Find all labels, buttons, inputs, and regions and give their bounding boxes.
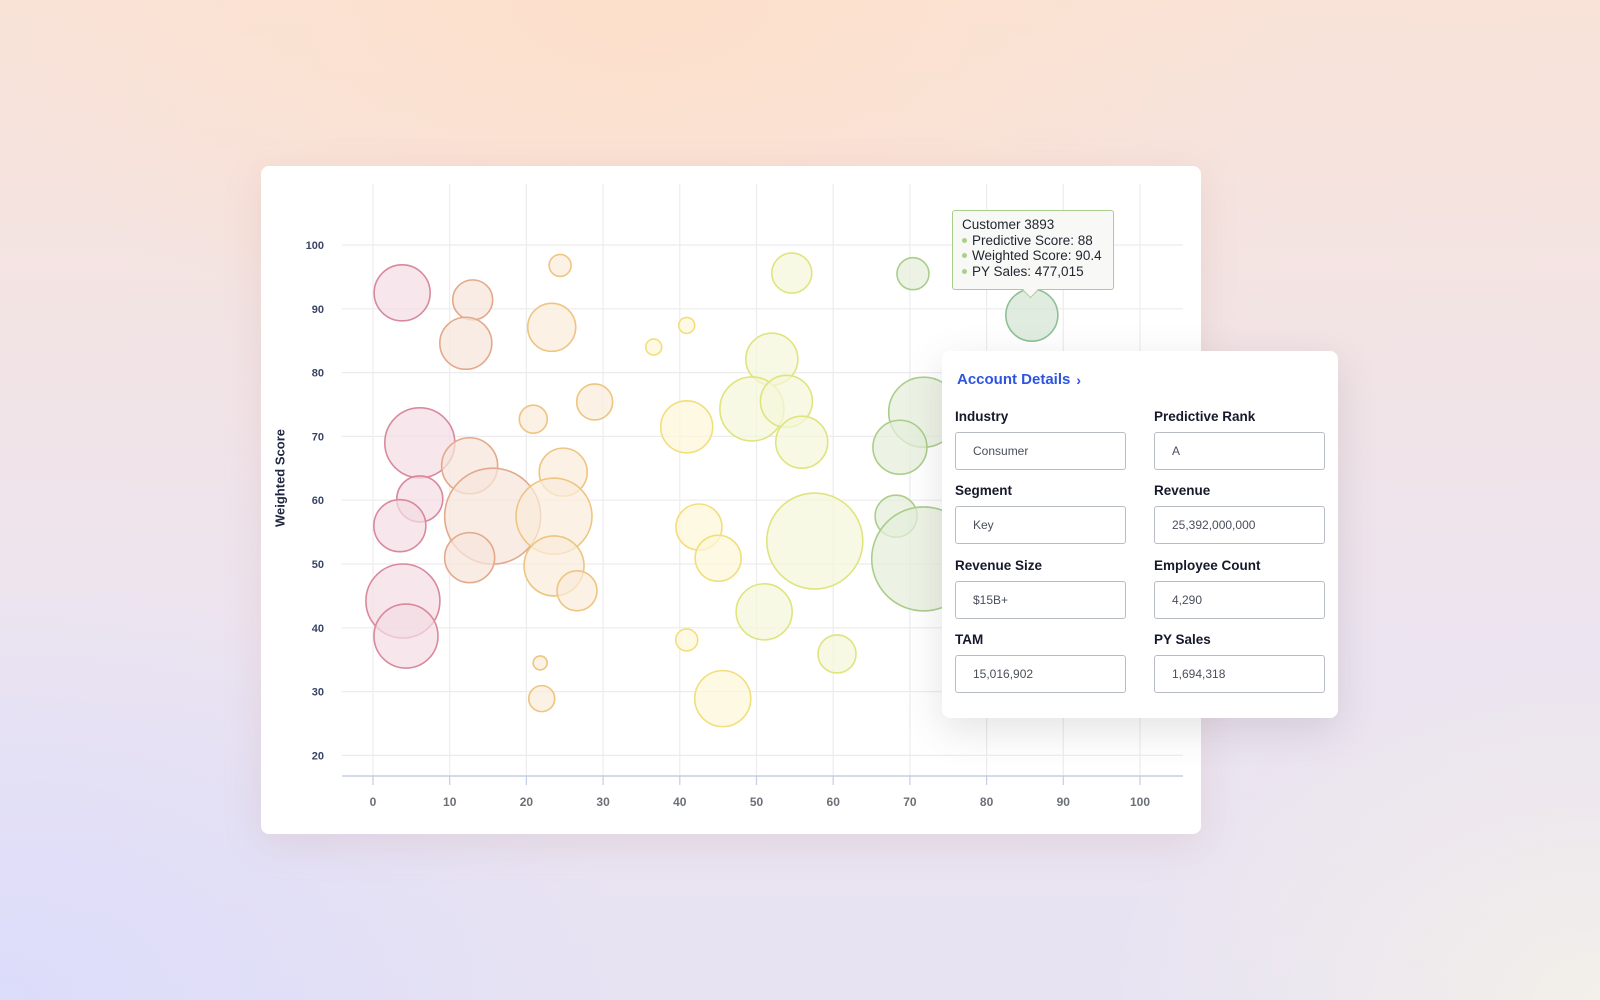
field-industry: Industry Consumer bbox=[955, 409, 1126, 470]
field-label: PY Sales bbox=[1154, 632, 1211, 647]
selected-bubble[interactable] bbox=[1005, 288, 1059, 342]
bubble[interactable] bbox=[527, 684, 556, 713]
x-tick-label: 0 bbox=[370, 795, 377, 809]
y-tick-label: 90 bbox=[312, 304, 324, 316]
bubble[interactable] bbox=[659, 400, 714, 454]
bubble[interactable] bbox=[451, 279, 494, 321]
bubble[interactable] bbox=[575, 383, 614, 421]
bubble[interactable] bbox=[872, 419, 928, 476]
py-sales-input[interactable]: 1,694,318 bbox=[1154, 655, 1325, 693]
predictive-rank-input[interactable]: A bbox=[1154, 432, 1325, 470]
field-label: Revenue Size bbox=[955, 558, 1043, 573]
panel-title: Account Details bbox=[957, 371, 1071, 388]
account-details-link[interactable]: Account Details › bbox=[957, 371, 1081, 388]
revenue-input[interactable]: 25,392,000,000 bbox=[1154, 506, 1325, 544]
x-tick-label: 20 bbox=[520, 795, 534, 809]
bubble[interactable] bbox=[518, 404, 549, 434]
field-predictive-rank: Predictive Rank A bbox=[1154, 409, 1325, 470]
bubble[interactable] bbox=[526, 302, 577, 353]
y-axis-title: Weighted Score bbox=[272, 428, 288, 528]
field-label: Industry bbox=[955, 409, 1009, 424]
bubble[interactable] bbox=[644, 338, 663, 356]
x-tick-label: 100 bbox=[1130, 795, 1150, 809]
bubble[interactable] bbox=[532, 655, 549, 671]
bubble[interactable] bbox=[770, 252, 813, 294]
bubble[interactable] bbox=[373, 264, 431, 322]
bubble[interactable] bbox=[817, 634, 857, 674]
tooltip-row: PY Sales: 477,015 bbox=[962, 264, 1104, 280]
bullet-icon bbox=[962, 253, 967, 259]
segment-input[interactable]: Key bbox=[955, 506, 1126, 544]
bubble[interactable] bbox=[439, 316, 493, 371]
x-tick-label: 10 bbox=[443, 795, 457, 809]
y-tick-label: 70 bbox=[312, 431, 324, 443]
field-label: Segment bbox=[955, 483, 1013, 498]
x-tick-label: 30 bbox=[596, 795, 610, 809]
field-label: Revenue bbox=[1154, 483, 1211, 498]
bubble[interactable] bbox=[548, 253, 572, 278]
bubble[interactable] bbox=[674, 628, 699, 652]
x-tick-label: 40 bbox=[673, 795, 687, 809]
field-label: Predictive Rank bbox=[1154, 409, 1256, 424]
y-tick-label: 20 bbox=[312, 750, 324, 762]
industry-input[interactable]: Consumer bbox=[955, 432, 1126, 470]
field-label: TAM bbox=[955, 632, 984, 647]
field-tam: TAM 15,016,902 bbox=[955, 632, 1126, 693]
bubble[interactable] bbox=[443, 531, 496, 584]
bubble[interactable] bbox=[774, 415, 829, 469]
account-details-panel: Account Details › Industry Consumer Pred… bbox=[942, 351, 1338, 718]
bubble[interactable] bbox=[373, 498, 427, 553]
x-tick-label: 80 bbox=[980, 795, 994, 809]
tam-input[interactable]: 15,016,902 bbox=[955, 655, 1126, 693]
bubble[interactable] bbox=[765, 492, 864, 590]
bullet-icon bbox=[962, 237, 967, 243]
bullet-icon bbox=[962, 268, 967, 274]
bubble-chart: 20 30 40 50 60 70 80 90 100 0 10 20 30 40 50 60 70 80 90 10… bbox=[306, 184, 1183, 809]
y-tick-label: 30 bbox=[312, 687, 324, 699]
y-tick-label: 80 bbox=[312, 368, 324, 380]
tooltip-row: Predictive Score: 88 bbox=[962, 233, 1104, 249]
field-label: Employee Count bbox=[1154, 558, 1261, 573]
x-tick-label: 90 bbox=[1057, 795, 1071, 809]
chevron-right-icon: › bbox=[1076, 371, 1082, 388]
y-tick-label: 100 bbox=[306, 240, 324, 252]
field-revenue: Revenue 25,392,000,000 bbox=[1154, 483, 1325, 544]
y-tick-label: 50 bbox=[312, 559, 324, 571]
bubble[interactable] bbox=[735, 583, 793, 641]
bubble[interactable] bbox=[694, 534, 742, 583]
chart-tooltip: Customer 3893 Predictive Score: 88 Weigh… bbox=[952, 210, 1114, 299]
field-employee-count: Employee Count 4,290 bbox=[1154, 558, 1325, 619]
employee-count-input[interactable]: 4,290 bbox=[1154, 581, 1325, 619]
tooltip-predictive-score: Predictive Score: 88 bbox=[972, 232, 1093, 248]
field-segment: Segment Key bbox=[955, 483, 1126, 544]
tooltip-weighted-score: Weighted Score: 90.4 bbox=[972, 248, 1102, 263]
y-tick-label: 40 bbox=[312, 623, 324, 635]
tooltip-py-sales: PY Sales: 477,015 bbox=[972, 263, 1084, 279]
tooltip-title: Customer 3893 bbox=[962, 217, 1055, 232]
field-py-sales: PY Sales 1,694,318 bbox=[1154, 632, 1325, 693]
x-tick-label: 60 bbox=[827, 795, 841, 809]
bubble[interactable] bbox=[556, 569, 598, 612]
y-tick-label: 60 bbox=[312, 495, 324, 507]
tooltip-row: Weighted Score: 90.4 bbox=[962, 248, 1104, 264]
revenue-size-input[interactable]: $15B+ bbox=[955, 581, 1126, 619]
bubble[interactable] bbox=[693, 669, 752, 728]
x-tick-label: 50 bbox=[750, 795, 764, 809]
field-revenue-size: Revenue Size $15B+ bbox=[955, 558, 1126, 619]
bubble[interactable] bbox=[677, 316, 696, 335]
bubble[interactable] bbox=[373, 603, 439, 669]
bubble[interactable] bbox=[896, 256, 930, 291]
x-tick-label: 70 bbox=[903, 795, 917, 809]
